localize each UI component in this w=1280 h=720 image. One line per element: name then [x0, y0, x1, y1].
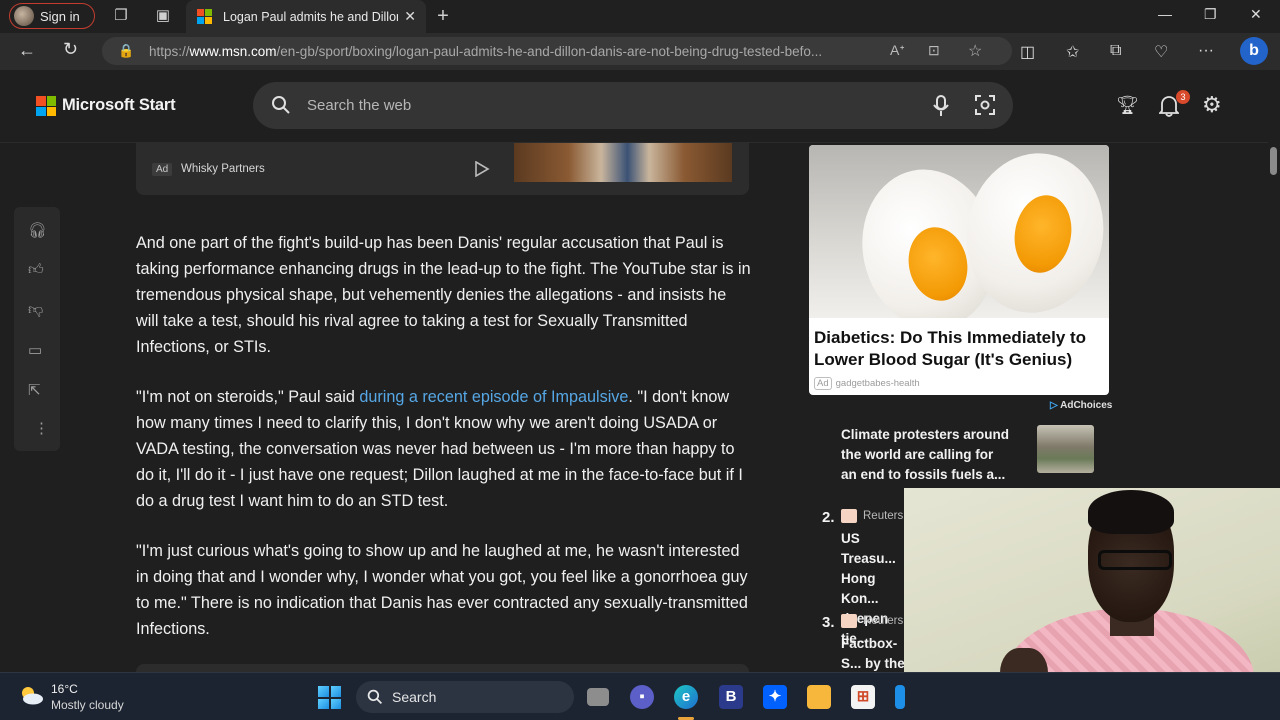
tab-active[interactable]: Logan Paul admits he and Dillon ✕: [186, 0, 426, 33]
task-view-icon[interactable]: [587, 688, 609, 706]
dislike-thumb-down-icon[interactable]: 👎︎: [28, 301, 43, 319]
lock-icon[interactable]: 🔒: [118, 43, 134, 59]
windows-taskbar: 16°C Mostly cloudy Search ▪ e B ✦ ⊞: [0, 672, 1280, 720]
favorite-star-icon[interactable]: ☆: [968, 41, 982, 61]
visual-search-icon[interactable]: [975, 95, 995, 115]
search-icon: [272, 96, 290, 114]
webcam-person-glasses: [1098, 550, 1172, 570]
minimize-icon[interactable]: —: [1158, 6, 1172, 22]
impaulsive-episode-link[interactable]: during a recent episode of Impaulsive: [359, 388, 628, 406]
microsoft-store-icon[interactable]: ⊞: [851, 685, 875, 709]
profile-avatar: [14, 6, 34, 26]
close-window-icon[interactable]: ✕: [1250, 6, 1262, 23]
scrollbar-thumb[interactable]: [1270, 147, 1277, 175]
article-paragraph-2: "I'm not on steroids," Paul said during …: [136, 388, 743, 510]
dropbox-icon[interactable]: ✦: [763, 685, 787, 709]
article-paragraph-3: "I'm just curious what's going to show u…: [136, 542, 748, 638]
reuters-logo-icon: [841, 614, 857, 628]
ad-source: Ad gadgetbabes-health: [814, 377, 920, 390]
ad-label: Ad: [152, 163, 173, 176]
address-bar[interactable]: 🔒 https://www.msn.com/en-gb/sport/boxing…: [102, 37, 1012, 65]
article-action-rail: 🎧︎ 👍︎ 👎︎ ▭ ⇱ ⋮: [14, 207, 60, 451]
trending-headline[interactable]: Climate protesters around the world are …: [841, 425, 1011, 485]
close-tab-icon[interactable]: ✕: [404, 8, 416, 25]
address-toolbar: ← ↻ 🔒 https://www.msn.com/en-gb/sport/bo…: [0, 33, 1280, 70]
sponsored-ad-card[interactable]: Ad Whisky Partners: [136, 143, 749, 195]
msn-favicon-icon: [197, 9, 212, 24]
listen-headphones-icon[interactable]: 🎧︎: [28, 221, 47, 239]
teams-chat-icon[interactable]: ▪: [630, 685, 654, 709]
search-placeholder: Search the web: [307, 97, 412, 114]
browser-essentials-icon[interactable]: ♡: [1154, 42, 1168, 62]
file-explorer-icon[interactable]: [807, 685, 831, 709]
read-aloud-icon[interactable]: Aᐩ: [890, 42, 905, 59]
webcam-person-hair: [1088, 490, 1174, 534]
new-tab-icon[interactable]: +: [434, 6, 452, 26]
web-search-box[interactable]: Search the web: [253, 82, 1013, 129]
workspaces-icon[interactable]: ❐: [112, 7, 130, 25]
msn-header: Microsoft Start Search the web 🏆︎ 3 ⚙: [0, 70, 1280, 143]
browser-tab-strip: Sign in ❐ ▣ Logan Paul admits he and Dil…: [0, 0, 1280, 33]
ad-play-icon[interactable]: [474, 161, 490, 177]
trending-number: 3.: [822, 614, 835, 631]
weather-temperature[interactable]: 16°C: [51, 682, 78, 696]
trending-headline[interactable]: Factbox-S... by the num...: [841, 634, 911, 672]
bing-copilot-icon[interactable]: b: [1240, 37, 1268, 65]
notification-count-badge: 3: [1176, 90, 1190, 104]
rewards-trophy-icon[interactable]: 🏆︎: [1116, 95, 1139, 116]
share-icon[interactable]: ⇱: [28, 381, 41, 399]
windows-start-icon[interactable]: [318, 686, 341, 709]
trending-thumbnail[interactable]: [1037, 425, 1094, 473]
split-screen-icon[interactable]: ◫: [1020, 42, 1035, 62]
app-available-icon[interactable]: ⊡: [928, 42, 940, 59]
sign-in-button[interactable]: Sign in: [9, 3, 95, 29]
weather-condition[interactable]: Mostly cloudy: [51, 698, 124, 712]
tab-title: Logan Paul admits he and Dillon: [223, 9, 398, 24]
more-menu-icon[interactable]: ···: [1198, 42, 1214, 60]
sign-in-label: Sign in: [40, 8, 80, 24]
trending-source: Reuters: [841, 614, 903, 628]
b-app-icon[interactable]: B: [719, 685, 743, 709]
trending-headline[interactable]: US Treasu... Hong Kon... deepen tie...: [841, 529, 911, 649]
edge-browser-icon[interactable]: e: [674, 685, 698, 709]
back-icon[interactable]: ←: [18, 40, 36, 61]
next-card: [136, 664, 749, 672]
collections-icon[interactable]: ⧉: [1110, 42, 1121, 60]
partial-app-icon[interactable]: [895, 685, 905, 709]
trending-number: 2.: [822, 509, 835, 526]
taskbar-search-placeholder: Search: [392, 689, 437, 705]
ad-sponsor: Whisky Partners: [181, 163, 265, 175]
search-icon: [367, 689, 383, 705]
right-rail-ad[interactable]: Diabetics: Do This Immediately to Lower …: [809, 145, 1109, 395]
settings-gear-icon[interactable]: ⚙: [1202, 92, 1222, 118]
ad-headline[interactable]: Diabetics: Do This Immediately to Lower …: [814, 327, 1104, 371]
taskbar-search[interactable]: Search: [356, 681, 574, 713]
favorites-icon[interactable]: ✩: [1066, 42, 1079, 62]
restore-icon[interactable]: ❐: [1204, 6, 1217, 23]
reuters-logo-icon: [841, 509, 857, 523]
url-text[interactable]: https://www.msn.com/en-gb/sport/boxing/l…: [149, 44, 822, 59]
ad-eggs-image: [809, 145, 1109, 318]
article-paragraph-1: And one part of the fight's build-up has…: [136, 234, 751, 356]
adchoices-icon: ▷: [1050, 400, 1058, 411]
trending-source: Reuters: [841, 509, 903, 523]
more-options-icon[interactable]: ⋮: [34, 419, 49, 437]
like-thumb-up-icon[interactable]: 👍︎: [28, 261, 44, 279]
ad-image[interactable]: [514, 143, 732, 182]
adchoices-link[interactable]: ▷ AdChoices: [1050, 400, 1112, 411]
brand-name[interactable]: Microsoft Start: [62, 96, 176, 115]
microsoft-logo-icon[interactable]: [36, 96, 56, 116]
tab-actions-icon[interactable]: ▣: [154, 7, 172, 25]
refresh-icon[interactable]: ↻: [63, 39, 78, 60]
microphone-icon[interactable]: [933, 95, 949, 117]
comment-icon[interactable]: ▭: [28, 341, 42, 359]
cloudy-weather-icon[interactable]: [18, 685, 44, 705]
